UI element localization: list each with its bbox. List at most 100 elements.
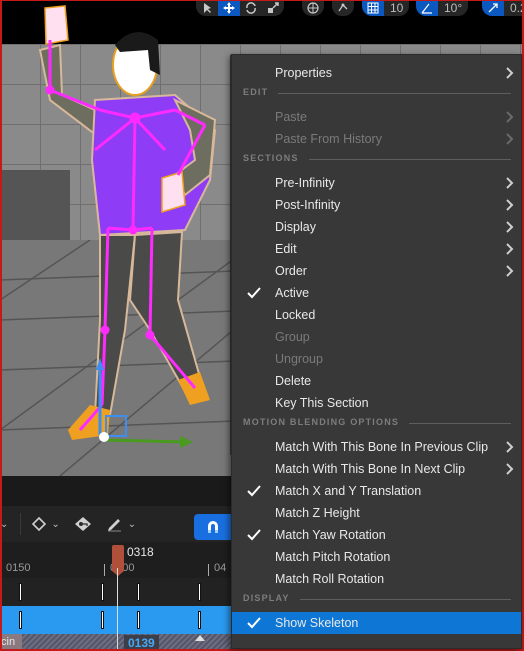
- scale-snap-toggle[interactable]: [482, 0, 504, 16]
- menu-item-label: Match With This Bone In Previous Clip: [275, 440, 489, 454]
- submenu-chevron-right-icon: [506, 111, 514, 123]
- edit-tool-button[interactable]: ⌄: [106, 516, 136, 532]
- playhead-frame-label: 0318: [127, 545, 154, 559]
- menu-item-match-roll-rotation[interactable]: Match Roll Rotation: [232, 568, 521, 590]
- menu-item-display[interactable]: Display: [232, 216, 521, 238]
- submenu-chevron-right-icon: [506, 221, 514, 233]
- menu-item-order[interactable]: Order: [232, 260, 521, 282]
- menu-item-delete[interactable]: Delete: [232, 370, 521, 392]
- key-tangent-icon: [74, 517, 91, 531]
- diamond-key-icon: [32, 516, 47, 532]
- section-label: SECTIONS: [243, 153, 299, 163]
- keyframe[interactable]: [137, 611, 140, 629]
- keyframe[interactable]: [198, 611, 201, 629]
- menu-section-edit: EDIT: [232, 84, 521, 102]
- rotation-snap-toggle[interactable]: [416, 0, 438, 16]
- window-border: [0, 0, 524, 1]
- menu-item-paste-from-history: Paste From History: [232, 128, 521, 150]
- keyframe[interactable]: [19, 583, 22, 601]
- menu-item-label: Show Skeleton: [275, 616, 359, 630]
- rotate-tool-button[interactable]: [240, 0, 262, 16]
- snapping-toggle-button[interactable]: [194, 514, 232, 540]
- rotation-snap-group: 10°: [416, 0, 469, 16]
- menu-item-match-z-height[interactable]: Match Z Height: [232, 502, 521, 524]
- angle-icon: [421, 3, 432, 14]
- character-body: [38, 5, 217, 440]
- ruler-label: 04: [214, 562, 227, 574]
- section-divider: [300, 599, 511, 600]
- section-label: EDIT: [243, 87, 269, 97]
- select-tool-button[interactable]: [196, 0, 218, 16]
- section-label: MOTION BLENDING OPTIONS: [243, 417, 400, 427]
- grid-snap-value[interactable]: 10: [384, 0, 410, 16]
- menu-item-show-skeleton[interactable]: Show Skeleton: [232, 612, 521, 634]
- window-border: [0, 0, 2, 651]
- key-interpolation-button[interactable]: ⌄: [31, 516, 60, 532]
- ruler-label: 0150: [6, 562, 31, 574]
- transform-toolbar: [196, 0, 284, 16]
- keyframe[interactable]: [198, 583, 201, 601]
- scale-tool-button[interactable]: [262, 0, 284, 16]
- submenu-chevron-right-icon: [506, 177, 514, 189]
- keyframe-track[interactable]: [0, 578, 232, 606]
- surface-snapping-button[interactable]: [332, 0, 354, 16]
- menu-item-label: Active: [275, 286, 310, 300]
- menu-item-label: Order: [275, 264, 307, 278]
- rotation-snap-value[interactable]: 10°: [438, 0, 469, 16]
- menu-item-match-with-this-bone-in-previous-clip[interactable]: Match With This Bone In Previous Clip: [232, 436, 521, 458]
- menu-item-properties[interactable]: Properties: [232, 62, 521, 84]
- keyframe[interactable]: [19, 611, 22, 629]
- key-tangent-button[interactable]: [74, 516, 92, 532]
- menu-item-match-with-this-bone-in-next-clip[interactable]: Match With This Bone In Next Clip: [232, 458, 521, 480]
- surface-snap-icon: [338, 3, 348, 12]
- sequencer-header-space: [0, 476, 232, 506]
- scale-snap-group: 0.2: [482, 0, 524, 16]
- translate-tool-button[interactable]: [218, 0, 240, 16]
- menu-item-key-this-section[interactable]: Key This Section: [232, 392, 521, 414]
- checkmark-icon: [247, 485, 261, 497]
- scale-snap-value[interactable]: 0.2: [504, 0, 524, 16]
- chevron-down-icon: ⌄: [51, 518, 60, 530]
- menu-item-label: Properties: [275, 66, 332, 80]
- move-arrows-icon: [223, 2, 235, 14]
- grid-snap-group: 10: [362, 0, 410, 16]
- menu-item-label: Match Yaw Rotation: [275, 528, 386, 542]
- menu-item-label: Match Pitch Rotation: [275, 550, 391, 564]
- selected-keyframe-track[interactable]: [0, 606, 232, 634]
- menu-item-match-pitch-rotation[interactable]: Match Pitch Rotation: [232, 546, 521, 568]
- menu-item-pre-infinity[interactable]: Pre-Infinity: [232, 172, 521, 194]
- menu-item-locked[interactable]: Locked: [232, 304, 521, 326]
- menu-section-display: DISPLAY: [232, 590, 521, 608]
- keyframe[interactable]: [101, 611, 104, 629]
- menu-item-group: Group: [232, 326, 521, 348]
- menu-item-edit[interactable]: Edit: [232, 238, 521, 260]
- menu-item-label: Group: [275, 330, 310, 344]
- menu-item-label: Match Roll Rotation: [275, 572, 385, 586]
- section-marker-icon[interactable]: [195, 635, 205, 641]
- menu-item-active[interactable]: Active: [232, 282, 521, 304]
- coordinate-toolbar: [302, 0, 354, 16]
- section-divider: [409, 423, 511, 424]
- menu-item-match-yaw-rotation[interactable]: Match Yaw Rotation: [232, 524, 521, 546]
- checkmark-icon: [247, 287, 261, 299]
- menu-item-label: Match With This Bone In Next Clip: [275, 462, 466, 476]
- checkmark-icon: [247, 529, 261, 541]
- submenu-chevron-right-icon: [506, 133, 514, 145]
- menu-item-post-infinity[interactable]: Post-Infinity: [232, 194, 521, 216]
- submenu-chevron-right-icon: [506, 463, 514, 475]
- menu-item-label: Key This Section: [275, 396, 369, 410]
- submenu-chevron-right-icon: [506, 199, 514, 211]
- magnet-icon: [208, 521, 218, 533]
- playhead-line: [117, 568, 118, 651]
- world-local-toggle[interactable]: [302, 0, 324, 16]
- submenu-chevron-right-icon: [506, 441, 514, 453]
- grid-snap-toggle[interactable]: [362, 0, 384, 16]
- keyframe[interactable]: [137, 583, 140, 601]
- ruler-tick: [104, 564, 105, 576]
- menu-item-label: Match Z Height: [275, 506, 360, 520]
- pencil-icon: [107, 519, 121, 532]
- menu-item-match-x-and-y-translation[interactable]: Match X and Y Translation: [232, 480, 521, 502]
- keyframe[interactable]: [101, 583, 104, 601]
- playhead-handle[interactable]: [112, 545, 124, 576]
- menu-section-sections: SECTIONS: [232, 150, 521, 168]
